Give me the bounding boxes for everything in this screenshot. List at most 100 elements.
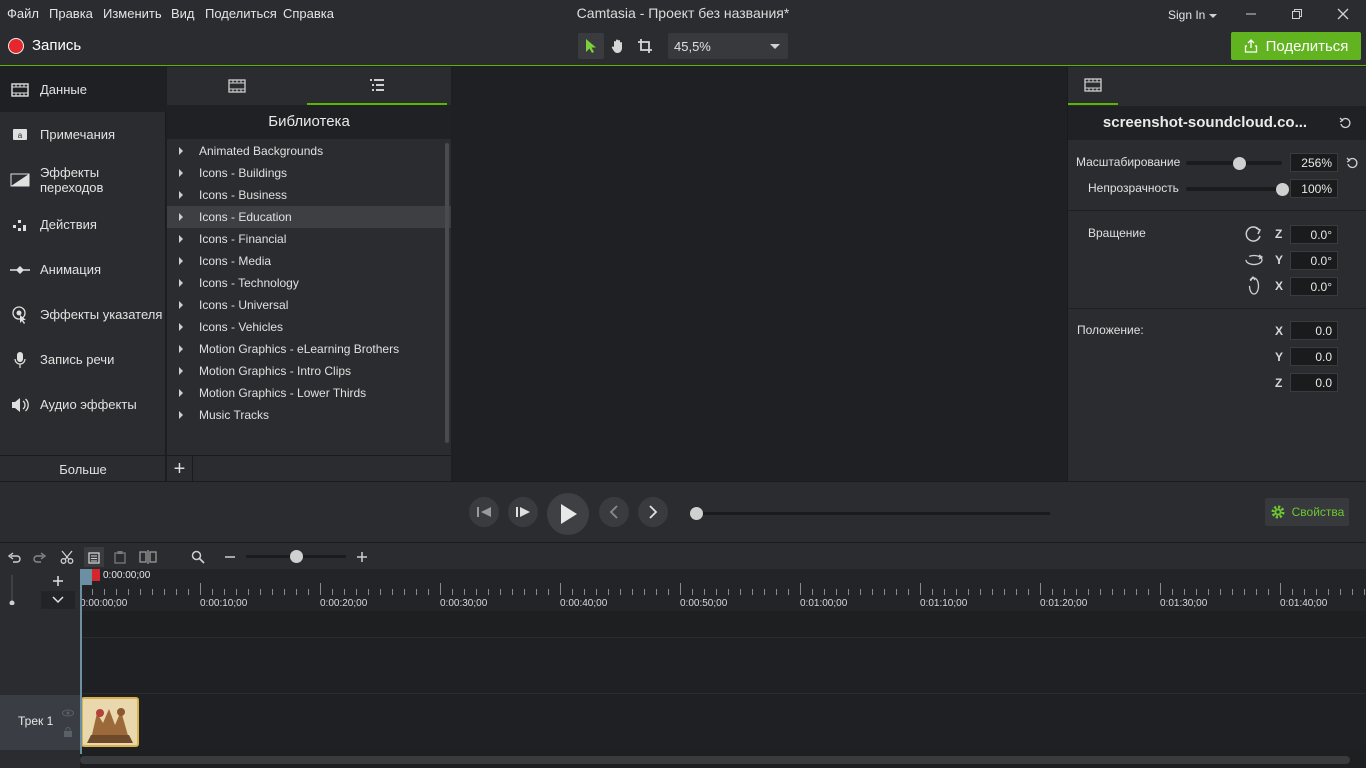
playhead-marker[interactable]: [92, 569, 100, 581]
position-x-field[interactable]: 0.0: [1290, 321, 1338, 340]
menu-file[interactable]: Файл: [7, 6, 39, 21]
opacity-slider[interactable]: [1186, 187, 1282, 191]
paste-button[interactable]: [110, 547, 130, 567]
close-button[interactable]: [1320, 0, 1366, 28]
more-button[interactable]: Больше: [0, 455, 166, 481]
share-button[interactable]: Поделиться: [1231, 32, 1361, 60]
restore-button[interactable]: [1274, 0, 1320, 28]
library-folder[interactable]: Icons - Media: [167, 250, 451, 272]
track-height-slider[interactable]: [7, 573, 17, 605]
chevron-right-icon[interactable]: [179, 235, 183, 243]
position-z-field[interactable]: 0.0: [1290, 373, 1338, 392]
library-folder[interactable]: Motion Graphics - Lower Thirds: [167, 382, 451, 404]
tab-visual-properties[interactable]: [1068, 67, 1118, 105]
scale-slider-handle[interactable]: [1232, 157, 1246, 170]
sidebar-item-transitions[interactable]: Эффекты переходов: [0, 157, 166, 202]
collapse-tracks-button[interactable]: [41, 591, 75, 609]
chevron-right-icon[interactable]: [179, 213, 183, 221]
chevron-right-icon[interactable]: [179, 345, 183, 353]
split-button[interactable]: [138, 547, 158, 567]
add-track-button[interactable]: [41, 571, 75, 591]
track-1[interactable]: [80, 695, 1366, 750]
library-folder[interactable]: Icons - Vehicles: [167, 316, 451, 338]
library-folder[interactable]: Motion Graphics - Intro Clips: [167, 360, 451, 382]
library-folder[interactable]: Music Tracks: [167, 404, 451, 426]
properties-button[interactable]: Свойства: [1265, 498, 1349, 526]
menu-edit[interactable]: Правка: [49, 6, 93, 21]
opacity-field[interactable]: 100%: [1290, 179, 1338, 198]
chevron-right-icon[interactable]: [179, 147, 183, 155]
pan-tool-button[interactable]: [605, 33, 631, 59]
play-button[interactable]: [547, 493, 589, 535]
scrub-bar[interactable]: [696, 512, 1050, 515]
chevron-right-icon[interactable]: [179, 301, 183, 309]
preview-canvas[interactable]: [452, 67, 1066, 481]
playhead-handle[interactable]: [80, 569, 92, 585]
reset-scale-icon[interactable]: [1346, 157, 1358, 169]
zoom-in-button[interactable]: [352, 547, 372, 567]
sidebar-item-media[interactable]: Данные: [0, 67, 166, 112]
redo-button[interactable]: [30, 547, 50, 567]
media-clip[interactable]: [81, 697, 139, 747]
previous-marker-button[interactable]: [599, 497, 629, 527]
copy-button[interactable]: [84, 547, 104, 567]
timeline-scrollbar[interactable]: [80, 756, 1350, 764]
library-folder[interactable]: Icons - Universal: [167, 294, 451, 316]
chevron-right-icon[interactable]: [179, 367, 183, 375]
record-button[interactable]: Запись: [8, 37, 81, 54]
step-forward-button[interactable]: [508, 497, 538, 527]
library-folder[interactable]: Icons - Technology: [167, 272, 451, 294]
minimize-button[interactable]: [1228, 0, 1274, 28]
library-folder[interactable]: Icons - Buildings: [167, 162, 451, 184]
track-header[interactable]: Трек 1: [0, 695, 80, 750]
empty-track[interactable]: [80, 637, 1366, 694]
sidebar-item-animation[interactable]: Анимация: [0, 247, 166, 292]
opacity-slider-handle[interactable]: [1276, 183, 1289, 196]
tab-media-bin[interactable]: [167, 67, 307, 105]
zoom-to-fit-button[interactable]: [188, 547, 208, 567]
scale-field[interactable]: 256%: [1290, 153, 1338, 172]
sidebar-item-voice-narration[interactable]: Запись речи: [0, 337, 166, 382]
library-scrollbar[interactable]: [445, 143, 449, 443]
cut-button[interactable]: [57, 547, 77, 567]
chevron-right-icon[interactable]: [179, 169, 183, 177]
chevron-right-icon[interactable]: [179, 389, 183, 397]
position-y-field[interactable]: 0.0: [1290, 347, 1338, 366]
scrub-handle[interactable]: [690, 507, 703, 520]
rotation-y-field[interactable]: 0.0°: [1290, 251, 1338, 270]
sidebar-item-annotations[interactable]: a Примечания: [0, 112, 166, 157]
sidebar-item-cursor-effects[interactable]: Эффекты указателя: [0, 292, 166, 337]
library-folder[interactable]: Animated Backgrounds: [167, 140, 451, 162]
chevron-right-icon[interactable]: [179, 191, 183, 199]
zoom-dropdown[interactable]: 45,5%: [668, 33, 788, 59]
time-ruler[interactable]: 0:00:00;00 0:00:10;00 0:00:20;00 0:00:30;00…: [80, 569, 1366, 611]
library-folder[interactable]: Icons - Education: [167, 206, 451, 228]
menu-share[interactable]: Поделиться: [205, 6, 277, 21]
tab-library[interactable]: [307, 67, 447, 105]
menu-modify[interactable]: Изменить: [103, 6, 162, 21]
chevron-right-icon[interactable]: [179, 257, 183, 265]
rotation-z-field[interactable]: 0.0°: [1290, 225, 1338, 244]
chevron-right-icon[interactable]: [179, 323, 183, 331]
zoom-out-button[interactable]: [220, 547, 240, 567]
rotation-x-field[interactable]: 0.0°: [1290, 277, 1338, 296]
next-marker-button[interactable]: [638, 497, 668, 527]
crop-tool-button[interactable]: [632, 33, 658, 59]
timeline-zoom-handle[interactable]: [290, 550, 303, 563]
sidebar-item-behaviors[interactable]: Действия: [0, 202, 166, 247]
undo-button[interactable]: [4, 547, 24, 567]
add-library-button[interactable]: +: [167, 456, 193, 482]
library-folder[interactable]: Icons - Business: [167, 184, 451, 206]
menu-help[interactable]: Справка: [283, 6, 334, 21]
reset-icon[interactable]: [1339, 117, 1351, 129]
chevron-right-icon[interactable]: [179, 279, 183, 287]
select-tool-button[interactable]: [578, 33, 604, 59]
step-back-button[interactable]: [469, 497, 499, 527]
sidebar-item-audio-effects[interactable]: Аудио эффекты: [0, 382, 166, 427]
menu-view[interactable]: Вид: [171, 6, 195, 21]
library-folder[interactable]: Motion Graphics - eLearning Brothers: [167, 338, 451, 360]
library-folder[interactable]: Icons - Financial: [167, 228, 451, 250]
chevron-right-icon[interactable]: [179, 411, 183, 419]
lock-icon[interactable]: [63, 727, 73, 737]
eye-icon[interactable]: [62, 709, 74, 717]
